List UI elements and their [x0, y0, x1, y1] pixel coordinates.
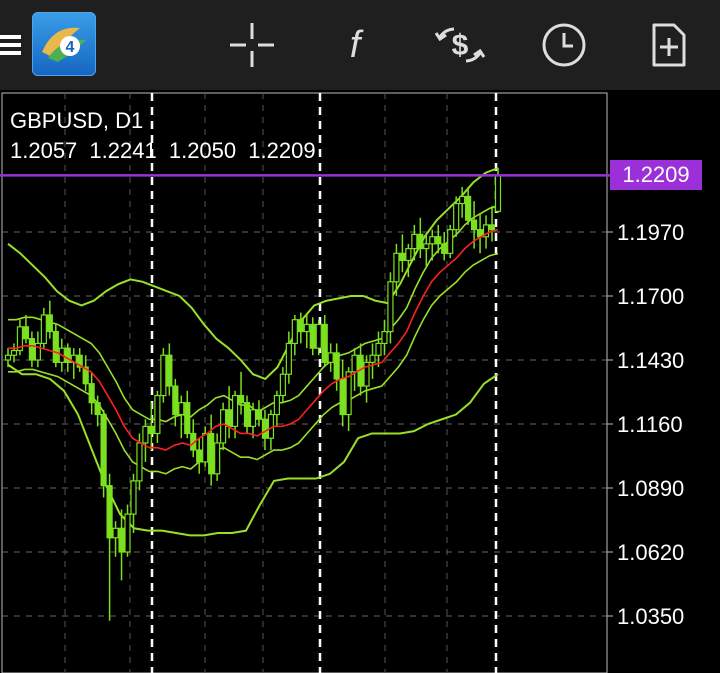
candle	[255, 400, 263, 427]
candle	[22, 314, 30, 344]
document-plus-icon	[652, 23, 686, 67]
candle	[273, 390, 281, 427]
current-price-tag: 1.2209	[610, 160, 702, 191]
candle	[476, 213, 484, 254]
crosshair-icon	[230, 23, 274, 67]
candle	[154, 390, 161, 443]
candle	[387, 272, 394, 344]
high-value: 1.2241	[89, 138, 157, 163]
candle	[482, 215, 490, 249]
symbol-label: GBPUSD, D1	[10, 108, 144, 133]
candle	[130, 473, 137, 534]
candle	[46, 300, 53, 339]
candle	[417, 217, 424, 259]
candle	[148, 402, 155, 451]
candle	[190, 419, 197, 458]
candle	[369, 343, 376, 379]
candle	[488, 205, 496, 242]
candle	[100, 409, 107, 498]
candle	[16, 319, 24, 356]
candle	[28, 331, 36, 368]
clock-icon	[542, 23, 586, 67]
svg-text:$: $	[452, 29, 469, 62]
candle	[441, 232, 448, 261]
candle	[214, 433, 221, 481]
new-order-button[interactable]	[638, 15, 698, 75]
metatrader-4-logo-icon[interactable]: 4	[32, 12, 96, 76]
upper-band-line	[7, 167, 499, 381]
candle	[285, 331, 292, 384]
candle	[243, 395, 251, 434]
candle	[82, 355, 89, 391]
candle	[237, 371, 245, 415]
candle	[321, 314, 328, 368]
dollar-exchange-icon: $	[434, 27, 486, 63]
candle	[225, 386, 233, 439]
candle	[4, 348, 12, 368]
candle	[160, 348, 167, 403]
candle	[333, 343, 340, 391]
candle	[178, 395, 185, 439]
candle	[202, 426, 209, 467]
ohlc-readout: 1.2057 1.2241 1.2050 1.2209	[10, 138, 322, 164]
candle	[339, 360, 346, 427]
candle	[112, 521, 119, 557]
y-tick-label: 1.0620	[617, 540, 684, 565]
y-tick-label: 1.1970	[617, 220, 684, 245]
candle	[303, 314, 310, 349]
y-tick-label: 1.1430	[617, 348, 684, 373]
candle	[399, 234, 406, 273]
candle	[279, 367, 286, 403]
candle	[465, 186, 472, 225]
plot-frame	[1, 92, 608, 673]
candle	[106, 473, 113, 621]
y-tick-label: 1.1160	[617, 412, 683, 437]
crosshair-button[interactable]	[222, 15, 282, 75]
function-f-icon: f	[350, 24, 364, 66]
y-tick-label: 1.1700	[617, 284, 684, 309]
candle	[363, 355, 370, 403]
close-value: 1.2209	[248, 138, 316, 163]
candle	[297, 312, 304, 344]
candle	[327, 343, 334, 372]
open-value: 1.2057	[10, 138, 78, 163]
candle	[196, 438, 203, 474]
trade-button[interactable]: $	[430, 15, 490, 75]
candle	[142, 419, 149, 462]
candle	[88, 371, 95, 415]
top-toolbar: 4 f $	[0, 0, 720, 90]
candle	[381, 319, 388, 356]
candle	[267, 409, 275, 451]
svg-text:f: f	[350, 24, 364, 66]
candle	[118, 509, 125, 581]
candle	[208, 414, 215, 486]
candle	[34, 331, 41, 368]
timeframe-button[interactable]	[534, 15, 594, 75]
candle	[76, 348, 83, 372]
candle	[40, 307, 47, 349]
low-value: 1.2050	[168, 138, 237, 163]
candle	[309, 317, 316, 356]
candle	[172, 378, 179, 427]
candle	[375, 331, 382, 368]
candle	[220, 402, 227, 451]
y-tick-label: 1.0890	[617, 476, 684, 501]
candle	[184, 390, 191, 439]
candle	[459, 186, 466, 218]
y-tick-label: 1.0350	[617, 604, 684, 629]
candle	[351, 348, 358, 391]
candle	[447, 224, 454, 259]
indicators-button[interactable]: f	[325, 15, 385, 75]
candle	[166, 343, 173, 396]
candle	[124, 504, 131, 557]
candle	[291, 314, 298, 356]
candle	[52, 324, 59, 368]
svg-text:4: 4	[66, 39, 75, 56]
